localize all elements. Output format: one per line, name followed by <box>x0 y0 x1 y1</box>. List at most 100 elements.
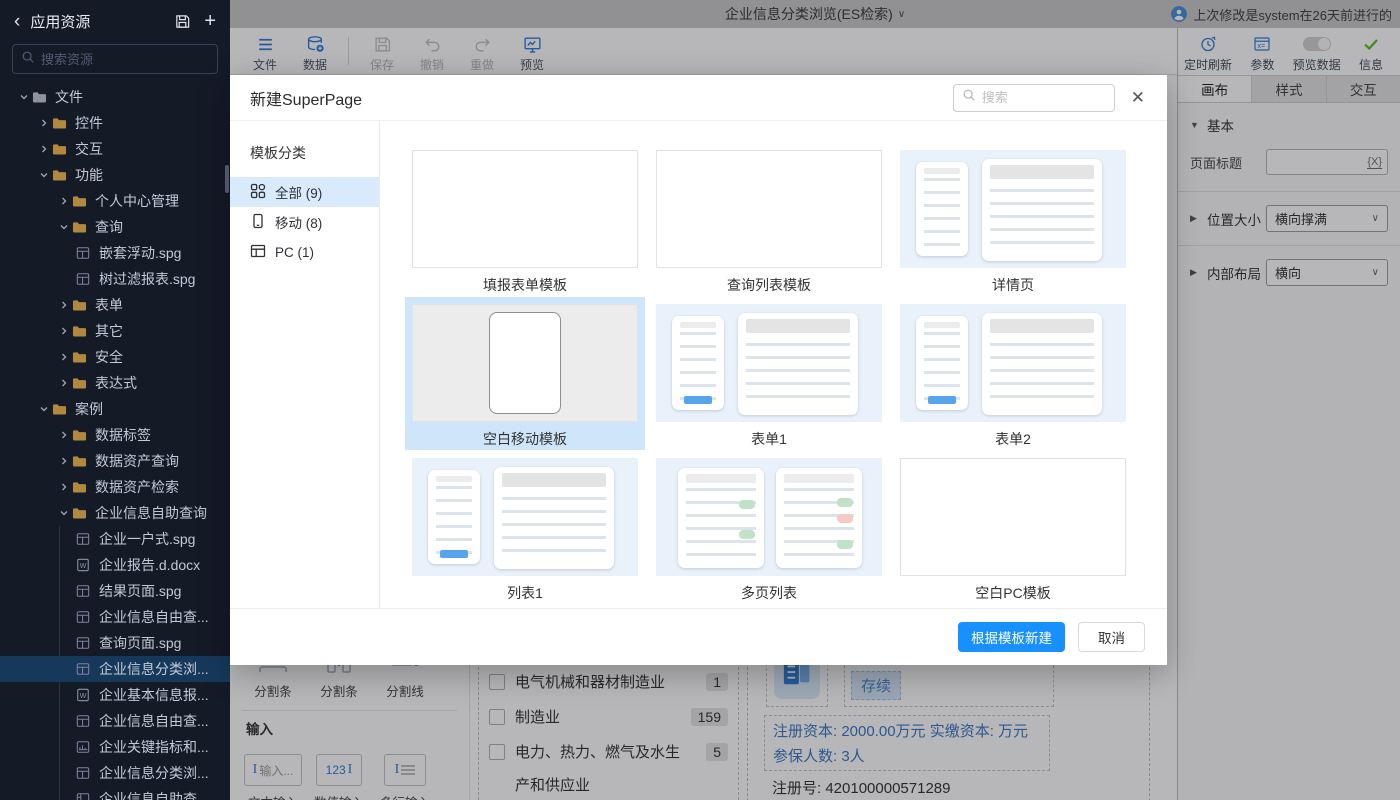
resource-item-5[interactable]: 个人中心管理 <box>0 188 230 214</box>
spg-file-icon <box>76 531 93 547</box>
resource-item-16[interactable]: 数据资产检索 <box>0 474 230 500</box>
template-grid: 填报表单模板查询列表模板详情页空白移动模板表单1 表单2 列表1 多页列表空白PC模板 <box>380 121 1167 608</box>
folder-icon <box>52 115 69 131</box>
template-name: 表单1 <box>656 429 882 449</box>
chevron-down-icon[interactable] <box>36 170 52 180</box>
resource-item-19[interactable]: W企业报告.d.docx <box>0 552 230 578</box>
chevron-right-icon[interactable] <box>56 326 72 336</box>
template-card-6[interactable]: 表单2 <box>893 297 1133 450</box>
app-root: ‹ 应用资源 + 文件控件交互功能个人中心管理查询嵌套浮动.spg树过滤报表.s… <box>0 0 1400 800</box>
add-resource-icon[interactable]: + <box>204 11 216 31</box>
template-search[interactable] <box>953 84 1115 112</box>
docx-file-icon: W <box>76 557 93 573</box>
sidebar-header: ‹ 应用资源 + <box>0 0 230 42</box>
page-file-icon <box>76 791 93 800</box>
template-card-1[interactable]: 填报表单模板 <box>405 143 645 296</box>
resource-item-15[interactable]: 数据资产查询 <box>0 448 230 474</box>
template-card-3[interactable]: 详情页 <box>893 143 1133 296</box>
resource-item-13[interactable]: 案例 <box>0 396 230 422</box>
chevron-down-icon[interactable] <box>56 222 72 232</box>
resource-item-23[interactable]: 企业信息分类浏... <box>0 656 230 682</box>
search-icon <box>962 88 976 107</box>
resource-item-21[interactable]: 企业信息自由查... <box>0 604 230 630</box>
folder-icon <box>52 141 69 157</box>
resource-item-24[interactable]: W企业基本信息报... <box>0 682 230 708</box>
chevron-down-icon[interactable] <box>36 404 52 414</box>
resource-item-25[interactable]: 企业信息自由查... <box>0 708 230 734</box>
resource-item-26[interactable]: 企业关键指标和... <box>0 734 230 760</box>
resource-item-27[interactable]: 企业信息分类浏... <box>0 760 230 786</box>
category-pc[interactable]: PC (1) <box>230 237 379 267</box>
folder-icon <box>72 505 89 521</box>
template-thumbnail <box>900 458 1126 576</box>
folder-icon <box>52 167 69 183</box>
mobile-icon <box>250 213 266 232</box>
chevron-right-icon[interactable] <box>56 196 72 206</box>
resource-item-22[interactable]: 查询页面.spg <box>0 630 230 656</box>
back-chevron-icon[interactable]: ‹ <box>14 12 20 31</box>
resource-item-4[interactable]: 功能 <box>0 162 230 188</box>
template-search-input[interactable] <box>982 90 1106 105</box>
template-name: 多页列表 <box>656 583 882 603</box>
resource-item-3[interactable]: 交互 <box>0 136 230 162</box>
template-card-9[interactable]: 空白PC模板 <box>893 451 1133 604</box>
template-thumbnail <box>412 304 638 422</box>
folder-icon <box>72 297 89 313</box>
sidebar-scrollbar[interactable] <box>225 165 229 193</box>
resource-tree: 文件控件交互功能个人中心管理查询嵌套浮动.spg树过滤报表.spg表单其它安全表… <box>0 84 230 800</box>
chevron-right-icon[interactable] <box>36 144 52 154</box>
cancel-button[interactable]: 取消 <box>1078 622 1145 652</box>
resource-item-20[interactable]: 结果页面.spg <box>0 578 230 604</box>
sidebar-search-input[interactable] <box>41 52 209 67</box>
resource-item-1[interactable]: 文件 <box>0 84 230 110</box>
sidebar-title: 应用资源 <box>30 11 90 32</box>
resource-item-7[interactable]: 嵌套浮动.spg <box>0 240 230 266</box>
folder-icon <box>72 349 89 365</box>
folder-icon <box>72 219 89 235</box>
svg-text:W: W <box>80 563 87 570</box>
template-name: 详情页 <box>900 275 1126 295</box>
template-card-2[interactable]: 查询列表模板 <box>649 143 889 296</box>
chevron-right-icon[interactable] <box>56 430 72 440</box>
resource-item-6[interactable]: 查询 <box>0 214 230 240</box>
template-name: 空白PC模板 <box>900 583 1126 603</box>
resource-item-12[interactable]: 表达式 <box>0 370 230 396</box>
template-card-5[interactable]: 表单1 <box>649 297 889 450</box>
resource-item-10[interactable]: 其它 <box>0 318 230 344</box>
folder-icon <box>72 375 89 391</box>
resource-item-2[interactable]: 控件 <box>0 110 230 136</box>
chevron-right-icon[interactable] <box>56 378 72 388</box>
template-card-8[interactable]: 多页列表 <box>649 451 889 604</box>
resource-item-28[interactable]: 企业信息自助查... <box>0 786 230 800</box>
resource-item-14[interactable]: 数据标签 <box>0 422 230 448</box>
chevron-down-icon[interactable] <box>56 508 72 518</box>
template-card-7[interactable]: 列表1 <box>405 451 645 604</box>
save-resource-icon[interactable] <box>174 13 191 30</box>
spg-file-icon <box>76 635 93 651</box>
create-from-template-button[interactable]: 根据模板新建 <box>958 622 1065 652</box>
resource-item-8[interactable]: 树过滤报表.spg <box>0 266 230 292</box>
chevron-down-icon[interactable] <box>16 92 32 102</box>
folder-icon <box>32 89 49 105</box>
chevron-right-icon[interactable] <box>36 118 52 128</box>
resource-item-17[interactable]: 企业信息自助查询 <box>0 500 230 526</box>
resource-item-11[interactable]: 安全 <box>0 344 230 370</box>
close-icon[interactable]: ✕ <box>1131 88 1145 108</box>
spg-file-icon <box>76 609 93 625</box>
resource-item-9[interactable]: 表单 <box>0 292 230 318</box>
spg-file-icon <box>76 583 93 599</box>
spg-file-icon <box>76 271 93 287</box>
template-card-4[interactable]: 空白移动模板 <box>405 297 645 450</box>
spg-file-icon <box>76 245 93 261</box>
resource-item-18[interactable]: 企业一户式.spg <box>0 526 230 552</box>
sidebar-search[interactable] <box>12 44 218 74</box>
folder-icon <box>52 401 69 417</box>
folder-icon <box>72 453 89 469</box>
category-grid[interactable]: 全部 (9) <box>230 177 379 207</box>
chevron-right-icon[interactable] <box>56 352 72 362</box>
category-mobile[interactable]: 移动 (8) <box>230 207 379 237</box>
chevron-right-icon[interactable] <box>56 300 72 310</box>
chevron-right-icon[interactable] <box>56 456 72 466</box>
template-thumbnail <box>412 150 638 268</box>
chevron-right-icon[interactable] <box>56 482 72 492</box>
